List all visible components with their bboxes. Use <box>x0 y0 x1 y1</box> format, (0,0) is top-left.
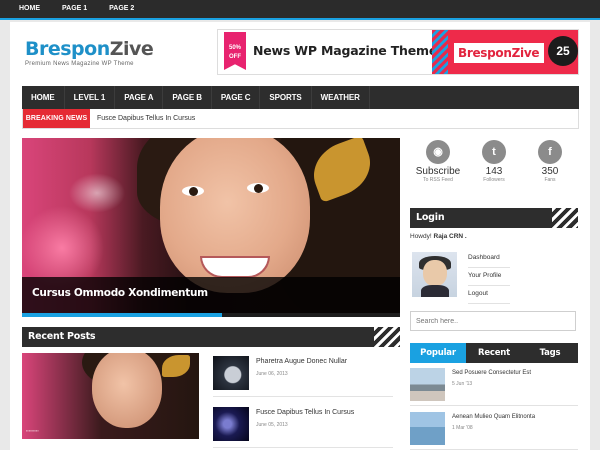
list-item[interactable]: Sed Posuere Consectetur Est 5 Jun '13 <box>410 366 578 406</box>
twitter-count: 143 <box>485 166 503 177</box>
recent-post-featured-image[interactable]: ▪▪▪▪▪▪▪▪▪ <box>22 353 199 439</box>
slide-image-mouth <box>200 256 270 278</box>
thumb-face <box>92 353 162 428</box>
rss-sublabel: To RSS Feed <box>423 177 453 183</box>
avatar[interactable] <box>412 252 457 297</box>
facebook-count: 350 <box>541 166 559 177</box>
slide-caption-title[interactable]: Cursus Ommodo Xondimentum <box>32 287 208 299</box>
top-nav-home[interactable]: HOME <box>10 0 49 18</box>
list-item[interactable]: Pharetra Augue Donec Nullar June 06, 201… <box>213 353 393 397</box>
logo-name: BresponZive <box>25 38 154 60</box>
search-input[interactable] <box>410 311 576 331</box>
slide-progress-fill <box>22 313 223 317</box>
banner-text: News WP Magazine Theme <box>253 43 438 58</box>
post-title[interactable]: Pharetra Augue Donec Nullar <box>256 358 347 365</box>
nav-page-a[interactable]: PAGE A <box>115 86 164 110</box>
login-heading: Login <box>410 208 578 228</box>
facebook-icon[interactable]: f <box>538 140 562 164</box>
howdy-text: Howdy! Raja CRN . <box>410 233 578 240</box>
thumb-leaf <box>162 355 190 377</box>
recent-posts-heading: Recent Posts <box>22 327 400 347</box>
top-bar: HOME PAGE 1 PAGE 2 <box>0 0 600 20</box>
breaking-news-label: BREAKING NEWS <box>23 109 90 128</box>
top-nav-page-1[interactable]: PAGE 1 <box>53 0 96 18</box>
heading-stripes <box>374 327 400 347</box>
nav-level-1[interactable]: LEVEL 1 <box>65 86 116 110</box>
breaking-news-bar: BREAKING NEWS Fusce Dapibus Tellus In Cu… <box>22 109 579 129</box>
breaking-news-headline[interactable]: Fusce Dapibus Tellus In Cursus <box>97 109 195 128</box>
post-title[interactable]: Fusce Dapibus Tellus In Cursus <box>256 409 354 416</box>
twitter-sublabel: Followers <box>483 177 505 183</box>
list-item[interactable]: Aenean Mulieo Quam Elitnonta 1 Mar '08 <box>410 410 578 450</box>
dashboard-link[interactable]: Dashboard <box>468 250 510 268</box>
recent-posts-title: Recent Posts <box>28 331 96 342</box>
logo-name-part2: Zive <box>109 38 154 60</box>
top-nav: HOME PAGE 1 PAGE 2 <box>10 0 143 18</box>
popular-post-title[interactable]: Aenean Mulieo Quam Elitnonta <box>452 414 535 420</box>
post-thumbnail-watch[interactable] <box>213 356 249 390</box>
banner-stripes <box>432 30 448 74</box>
avatar-head <box>423 260 447 286</box>
howdy-prefix: Howdy! <box>410 233 432 240</box>
post-date: June 05, 2013 <box>256 422 288 428</box>
recent-posts-list: Pharetra Augue Donec Nullar June 06, 201… <box>213 353 393 450</box>
logout-link[interactable]: Logout <box>468 286 510 304</box>
social-twitter[interactable]: t 143 Followers <box>466 140 522 190</box>
rss-label: Subscribe <box>415 166 461 177</box>
tab-recent[interactable]: Recent <box>466 343 522 363</box>
profile-link[interactable]: Your Profile <box>468 268 510 286</box>
top-nav-page-2[interactable]: PAGE 2 <box>100 0 143 18</box>
site-logo[interactable]: BresponZive Premium News Magazine WP The… <box>25 38 154 67</box>
nav-page-b[interactable]: PAGE B <box>163 86 212 110</box>
social-facebook[interactable]: f 350 Fans <box>522 140 578 190</box>
nav-weather[interactable]: WEATHER <box>312 86 370 110</box>
slide-progress-bar <box>22 313 400 317</box>
login-links: Dashboard Your Profile Logout <box>468 250 510 304</box>
featured-slider[interactable]: Cursus Ommodo Xondimentum <box>22 138 400 317</box>
popular-posts-list: Sed Posuere Consectetur Est 5 Jun '13 Ae… <box>410 366 578 450</box>
list-item[interactable]: Fusce Dapibus Tellus In Cursus June 05, … <box>213 404 393 448</box>
popular-thumbnail-beach[interactable] <box>410 412 445 445</box>
social-counters: ◉ Subscribe To RSS Feed t 143 Followers … <box>410 140 578 190</box>
logo-tagline: Premium News Magazine WP Theme <box>25 61 134 67</box>
main-nav: HOME LEVEL 1 PAGE A PAGE B PAGE C SPORTS… <box>22 86 579 110</box>
heading-stripes <box>552 208 578 228</box>
tab-bar: Popular Recent Tags <box>410 343 578 363</box>
slide-image-eye-left <box>182 186 204 196</box>
slide-caption[interactable]: Cursus Ommodo Xondimentum <box>22 277 400 313</box>
popular-thumbnail-house[interactable] <box>410 368 445 401</box>
post-date: June 06, 2013 <box>256 371 288 377</box>
nav-page-c[interactable]: PAGE C <box>212 86 261 110</box>
discount-badge: 50% OFF <box>224 32 246 70</box>
thumb-watermark: ▪▪▪▪▪▪▪▪▪ <box>26 428 39 433</box>
avatar-body <box>421 285 449 297</box>
tab-popular[interactable]: Popular <box>410 343 466 363</box>
login-title: Login <box>416 212 445 223</box>
banner-number: 25 <box>548 36 578 66</box>
login-widget: Howdy! Raja CRN . Dashboard Your Profile… <box>410 233 578 323</box>
username: Raja CRN . <box>433 233 467 240</box>
popular-post-title[interactable]: Sed Posuere Consectetur Est <box>452 370 531 376</box>
popular-post-date: 1 Mar '08 <box>452 425 473 431</box>
slide-image-eye-right <box>247 183 269 193</box>
social-rss[interactable]: ◉ Subscribe To RSS Feed <box>410 140 466 190</box>
facebook-sublabel: Fans <box>544 177 556 183</box>
twitter-icon[interactable]: t <box>482 140 506 164</box>
tab-tags[interactable]: Tags <box>522 343 578 363</box>
header-banner-ad[interactable]: 50% OFF News WP Magazine Theme BresponZi… <box>217 29 579 75</box>
nav-home[interactable]: HOME <box>22 86 65 110</box>
popular-post-date: 5 Jun '13 <box>452 381 473 387</box>
banner-brand: BresponZive <box>454 43 544 63</box>
rss-icon[interactable]: ◉ <box>426 140 450 164</box>
post-thumbnail-concert[interactable] <box>213 407 249 441</box>
banner-brand-panel: BresponZive 25 <box>448 30 578 74</box>
page-container: BresponZive Premium News Magazine WP The… <box>10 22 590 450</box>
logo-name-part1: Brespon <box>25 38 110 60</box>
nav-sports[interactable]: SPORTS <box>260 86 312 110</box>
